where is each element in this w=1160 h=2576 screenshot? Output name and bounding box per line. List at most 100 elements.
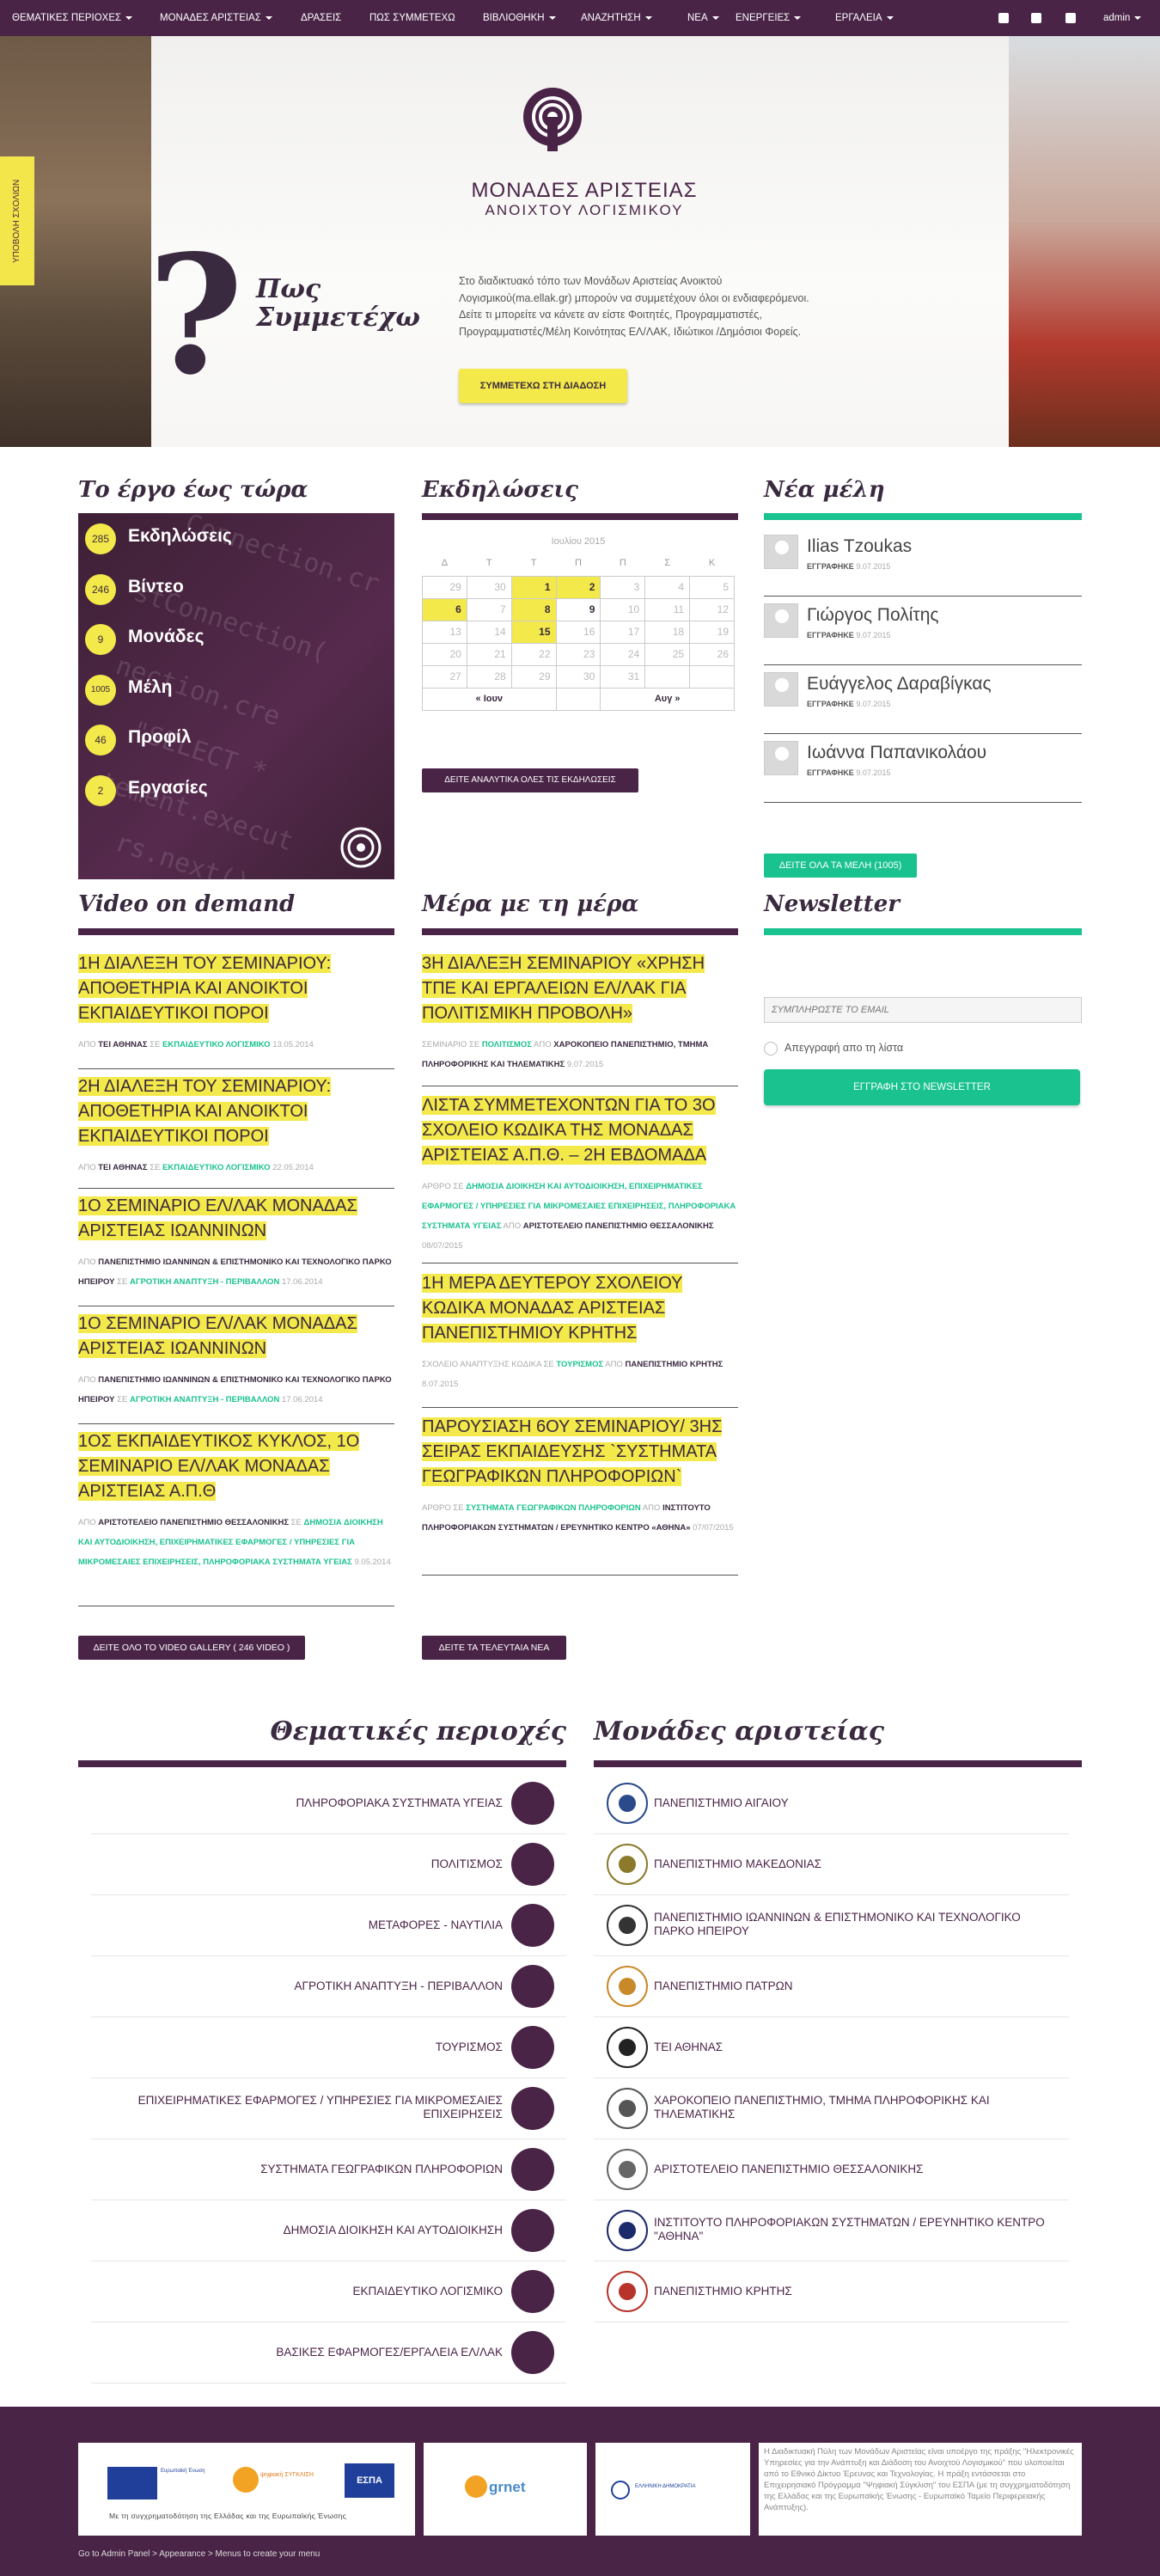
stat-item[interactable]: 2 Εργασίες [85,774,377,806]
excellence-unit-row[interactable]: ΑΡΙΣΤΟΤΕΛΕΙΟ ΠΑΝΕΠΙΣΤΗΜΙΟ ΘΕΣΣΑΛΟΝΙΚΗΣ [594,2139,1069,2200]
post-title[interactable]: 2Η ΔΙΑΛΕΞΗ ΤΟΥ ΣΕΜΙΝΑΡΙΟΥ: ΑΠΟΘΕΤΗΡΙΑ ΚΑΙ… [78,1074,394,1149]
unsubscribe-radio[interactable] [764,1042,778,1055]
excellence-unit-label[interactable]: ΠΑΝΕΠΙΣΤΗΜΙΟ ΙΩΑΝΝΙΝΩΝ & ΕΠΙΣΤΗΜΟΝΙΚΟ ΚΑ… [654,1911,1058,1938]
post-title[interactable]: 1Ο ΣΕΜΙΝΑΡΙΟ ΕΛ/ΛΑΚ ΜΟΝΑΔΑΣ ΑΡΙΣΤΕΙΑΣ ΙΩΑ… [78,1194,394,1244]
newsletter-email-input[interactable] [764,997,1082,1023]
thematic-area-row[interactable]: ΕΠΙΧΕΙΡΗΜΑΤΙΚΕΣ ΕΦΑΡΜΟΓΕΣ / ΥΠΗΡΕΣΙΕΣ ΓΙ… [91,2078,566,2139]
thematic-area-label[interactable]: ΕΠΙΧΕΙΡΗΜΑΤΙΚΕΣ ΕΦΑΡΜΟΓΕΣ / ΥΠΗΡΕΣΙΕΣ ΓΙ… [125,2094,503,2121]
post-item[interactable]: 3Η ΔΙΑΛΕΞΗ ΣΕΜΙΝΑΡΙΟΥ «ΧΡΗΣΗ ΤΠΕ ΚΑΙ ΕΡΓΑ… [422,951,738,1074]
calendar-day[interactable]: 9 [555,597,601,621]
nav-item[interactable]: ΕΡΓΑΛΕΙΑ [835,0,894,36]
excellence-unit-label[interactable]: ΙΝΣΤΙΤΟΥΤΟ ΠΛΗΡΟΦΟΡΙΑΚΩΝ ΣΥΣΤΗΜΑΤΩΝ / ΕΡ… [654,2216,1058,2243]
post-meta-category[interactable]: ΤΟΥΡΙΣΜΟΣ [556,1360,603,1369]
theater-masks-icon[interactable] [511,1843,554,1886]
join-dissemination-button[interactable]: ΣΥΜΜΕΤΕΧΩ ΣΤΗ ΔΙΑΔΟΣΗ [459,369,627,403]
member-row[interactable]: Ιωάννα Παπανικολάου ΕΓΓΡΑΦΗΚΕ 9.07.2015 [764,734,1082,803]
facebook-icon[interactable] [998,0,1009,36]
excellence-unit-label[interactable]: ΠΑΝΕΠΙΣΤΗΜΙΟ ΑΙΓΑΙΟΥ [654,1796,1058,1810]
thematic-area-row[interactable]: ΜΕΤΑΦΟΡΕΣ - ΝΑΥΤΙΛΙΑ [91,1895,566,1956]
thematic-area-row[interactable]: ΠΟΛΙΤΙΣΜΟΣ [91,1834,566,1895]
post-title[interactable]: 1Η ΜΕΡΑ ΔΕΥΤΕΡΟΥ ΣΧΟΛΕΙΟΥ ΚΩΔΙΚΑ ΜΟΝΑΔΑΣ … [422,1271,738,1346]
ship-icon[interactable] [511,1904,554,1947]
nav-item[interactable]: ΕΝΕΡΓΕΙΕΣ [736,0,802,36]
post-title[interactable]: ΛΙΣΤΑ ΣΥΜΜΕΤΕΧΟΝΤΩΝ ΓΙΑ ΤΟ 3Ο ΣΧΟΛΕΙΟ ΚΩΔ… [422,1093,738,1168]
calendar-day[interactable]: 2 [555,575,601,599]
health-cross-icon[interactable] [511,1782,554,1825]
post-item[interactable]: ΛΙΣΤΑ ΣΥΜΜΕΤΕΧΟΝΤΩΝ ΓΙΑ ΤΟ 3Ο ΣΧΟΛΕΙΟ ΚΩΔ… [422,1093,738,1256]
member-name[interactable]: Ilias Tzoukas [807,536,912,557]
post-item[interactable]: 1ΟΣ ΕΚΠΑΙΔΕΥΤΙΚΟΣ ΚΥΚΛΟΣ, 1Ο ΣΕΜΙΝΑΡΙΟ ΕΛ… [78,1429,394,1572]
member-name[interactable]: Ευάγγελος Δαραβίγκας [807,674,992,694]
excellence-unit-label[interactable]: ΧΑΡΟΚΟΠΕΙΟ ΠΑΝΕΠΙΣΤΗΜΙΟ, ΤΜΗΜΑ ΠΛΗΡΟΦΟΡΙ… [654,2094,1058,2121]
post-title[interactable]: 1Ο ΣΕΜΙΝΑΡΙΟ ΕΛ/ΛΑΚ ΜΟΝΑΔΑΣ ΑΡΙΣΤΕΙΑΣ ΙΩΑ… [78,1312,394,1361]
video-gallery-button[interactable]: ΔΕΙΤΕ ΟΛΟ ΤΟ VIDEO GALLERY ( 246 VIDEO ) [78,1636,305,1660]
globe-icon[interactable] [511,2148,554,2191]
site-logo-icon[interactable] [522,86,583,153]
nav-item[interactable]: ΑΝΑΖΗΤΗΣΗ [581,0,652,36]
excellence-unit-label[interactable]: ΤΕΙ ΑΘΗΝΑΣ [654,2041,1058,2054]
post-meta-category[interactable]: ΕΚΠΑΙΔΕΥΤΙΚΟ ΛΟΓΙΣΜΙΚΟ [162,1163,271,1172]
thematic-area-label[interactable]: ΠΛΗΡΟΦΟΡΙΑΚΑ ΣΥΣΤΗΜΑΤΑ ΥΓΕΙΑΣ [125,1796,503,1810]
owl-icon[interactable] [511,2270,554,2313]
excellence-unit-row[interactable]: ΧΑΡΟΚΟΠΕΙΟ ΠΑΝΕΠΙΣΤΗΜΙΟ, ΤΜΗΜΑ ΠΛΗΡΟΦΟΡΙ… [594,2078,1069,2139]
thematic-area-label[interactable]: ΜΕΤΑΦΟΡΕΣ - ΝΑΥΤΙΛΙΑ [125,1918,503,1932]
post-meta-category[interactable]: ΕΚΠΑΙΔΕΥΤΙΚΟ ΛΟΓΙΣΜΙΚΟ [162,1040,271,1049]
calendar-next-month[interactable]: Αυγ » [600,687,735,711]
post-meta-author[interactable]: ΠΑΝΕΠΙΣΤΗΜΙΟ ΚΡΗΤΗΣ [626,1360,723,1369]
member-row[interactable]: Ilias Tzoukas ΕΓΓΡΑΦΗΚΕ 9.07.2015 [764,528,1082,597]
excellence-unit-label[interactable]: ΠΑΝΕΠΙΣΤΗΜΙΟ ΚΡΗΤΗΣ [654,2285,1058,2298]
post-meta-author[interactable]: ΤΕΙ ΑΘΗΝΑΣ [98,1040,147,1049]
excellence-unit-row[interactable]: ΤΕΙ ΑΘΗΝΑΣ [594,2017,1069,2078]
building-icon[interactable] [511,2209,554,2252]
calendar-day[interactable]: 15 [510,620,557,644]
post-title[interactable]: 1ΟΣ ΕΚΠΑΙΔΕΥΤΙΚΟΣ ΚΥΚΛΟΣ, 1Ο ΣΕΜΙΝΑΡΙΟ ΕΛ… [78,1429,394,1504]
calendar-prev-month[interactable]: « Ιουν [422,687,557,711]
newsletter-subscribe-button[interactable]: ΕΓΓΡΑΦΗ ΣΤΟ NEWSLETTER [764,1069,1080,1105]
post-title[interactable]: 3Η ΔΙΑΛΕΞΗ ΣΕΜΙΝΑΡΙΟΥ «ΧΡΗΣΗ ΤΠΕ ΚΑΙ ΕΡΓΑ… [422,951,738,1026]
thematic-area-row[interactable]: ΕΚΠΑΙΔΕΥΤΙΚΟ ΛΟΓΙΣΜΙΚΟ [91,2261,566,2322]
all-events-button[interactable]: ΔΕΙΤΕ ΑΝΑΛΥΤΙΚΑ ΟΛΕΣ ΤΙΣ ΕΚΔΗΛΩΣΕΙΣ [422,768,638,792]
nav-item[interactable]: ΘΕΜΑΤΙΚΕΣ ΠΕΡΙΟΧΕΣ [12,0,133,36]
all-members-button[interactable]: ΔΕΙΤΕ ΟΛΑ ΤΑ ΜΕΛΗ (1005) [764,854,917,878]
thematic-area-row[interactable]: ΑΓΡΟΤΙΚΗ ΑΝΑΠΤΥΞΗ - ΠΕΡΙΒΑΛΛΟΝ [91,1956,566,2017]
thematic-area-label[interactable]: ΣΥΣΤΗΜΑΤΑ ΓΕΩΓΡΑΦΙΚΩΝ ΠΛΗΡΟΦΟΡΙΩΝ [125,2163,503,2176]
nav-item[interactable]: ΠΩΣ ΣΥΜΜΕΤΕΧΩ [369,0,455,36]
post-meta-author[interactable]: ΤΕΙ ΑΘΗΝΑΣ [98,1163,147,1172]
thematic-area-row[interactable]: ΣΥΣΤΗΜΑΤΑ ΓΕΩΓΡΑΦΙΚΩΝ ΠΛΗΡΟΦΟΡΙΩΝ [91,2139,566,2200]
rss-icon[interactable] [1065,0,1076,36]
member-name[interactable]: Γιώργος Πολίτης [807,605,939,626]
post-item[interactable]: ΠΑΡΟΥΣΙΑΣΗ 6ΟΥ ΣΕΜΙΝΑΡΙΟΥ/ 3ΗΣ ΣΕΙΡΑΣ ΕΚΠ… [422,1415,738,1538]
post-meta-category[interactable]: ΑΓΡΟΤΙΚΗ ΑΝΑΠΤΥΞΗ - ΠΕΡΙΒΑΛΛΟΝ [130,1395,279,1404]
stat-item[interactable]: 285 Εκδηλώσεις [85,523,377,554]
post-meta-category[interactable]: ΠΟΛΙΤΙΣΜΟΣ [482,1040,532,1049]
thematic-area-row[interactable]: ΔΗΜΟΣΙΑ ΔΙΟΙΚΗΣΗ ΚΑΙ ΑΥΤΟΔΙΟΙΚΗΣΗ [91,2200,566,2261]
stat-item[interactable]: 246 Βίντεο [85,573,377,605]
thematic-area-label[interactable]: ΑΓΡΟΤΙΚΗ ΑΝΑΠΤΥΞΗ - ΠΕΡΙΒΑΛΛΟΝ [125,1979,504,1993]
nav-item[interactable]: ΝΕΑ [687,0,719,36]
presentation-icon[interactable] [511,2087,554,2130]
comments-side-tab[interactable]: ΥΠΟΒΟΛΗ ΣΧΟΛΙΩΝ [0,156,34,285]
thematic-area-label[interactable]: ΔΗΜΟΣΙΑ ΔΙΟΙΚΗΣΗ ΚΑΙ ΑΥΤΟΔΙΟΙΚΗΣΗ [125,2224,503,2237]
member-row[interactable]: Ευάγγελος Δαραβίγκας ΕΓΓΡΑΦΗΚΕ 9.07.2015 [764,665,1082,734]
twitter-icon[interactable] [1031,0,1041,36]
thematic-area-label[interactable]: ΠΟΛΙΤΙΣΜΟΣ [125,1857,503,1871]
post-title[interactable]: 1Η ΔΙΑΛΕΞΗ ΤΟΥ ΣΕΜΙΝΑΡΙΟΥ: ΑΠΟΘΕΤΗΡΙΑ ΚΑΙ… [78,951,394,1026]
calendar-day[interactable]: 6 [422,597,467,621]
post-title[interactable]: ΠΑΡΟΥΣΙΑΣΗ 6ΟΥ ΣΕΜΙΝΑΡΙΟΥ/ 3ΗΣ ΣΕΙΡΑΣ ΕΚΠ… [422,1415,738,1490]
wheat-icon[interactable] [511,1965,554,2008]
member-name[interactable]: Ιωάννα Παπανικολάου [807,743,986,763]
post-meta-author[interactable]: ΑΡΙΣΤΟΤΕΛΕΙΟ ΠΑΝΕΠΙΣΤΗΜΙΟ ΘΕΣΣΑΛΟΝΙΚΗΣ [98,1518,289,1527]
excellence-unit-row[interactable]: ΙΝΣΤΙΤΟΥΤΟ ΠΛΗΡΟΦΟΡΙΑΚΩΝ ΣΥΣΤΗΜΑΤΩΝ / ΕΡ… [594,2200,1069,2261]
calendar-day[interactable]: 1 [510,575,557,599]
stat-item[interactable]: 9 Μονάδες [85,624,377,655]
post-meta-category[interactable]: ΣΥΣΤΗΜΑΤΑ ΓΕΩΓΡΑΦΙΚΩΝ ΠΛΗΡΟΦΟΡΙΩΝ [466,1503,640,1513]
user-menu[interactable]: admin [1103,0,1142,36]
excellence-unit-label[interactable]: ΠΑΝΕΠΙΣΤΗΜΙΟ ΠΑΤΡΩΝ [654,1979,1058,1993]
post-item[interactable]: 2Η ΔΙΑΛΕΞΗ ΤΟΥ ΣΕΜΙΝΑΡΙΟΥ: ΑΠΟΘΕΤΗΡΙΑ ΚΑΙ… [78,1074,394,1178]
oss-icon[interactable] [511,2331,554,2374]
luggage-icon[interactable] [511,2026,554,2069]
thematic-area-row[interactable]: ΤΟΥΡΙΣΜΟΣ [91,2017,566,2078]
thematic-area-label[interactable]: ΕΚΠΑΙΔΕΥΤΙΚΟ ΛΟΓΙΣΜΙΚΟ [125,2285,504,2298]
post-item[interactable]: 1Η ΔΙΑΛΕΞΗ ΤΟΥ ΣΕΜΙΝΑΡΙΟΥ: ΑΠΟΘΕΤΗΡΙΑ ΚΑΙ… [78,951,394,1055]
excellence-unit-label[interactable]: ΑΡΙΣΤΟΤΕΛΕΙΟ ΠΑΝΕΠΙΣΤΗΜΙΟ ΘΕΣΣΑΛΟΝΙΚΗΣ [654,2163,1058,2176]
